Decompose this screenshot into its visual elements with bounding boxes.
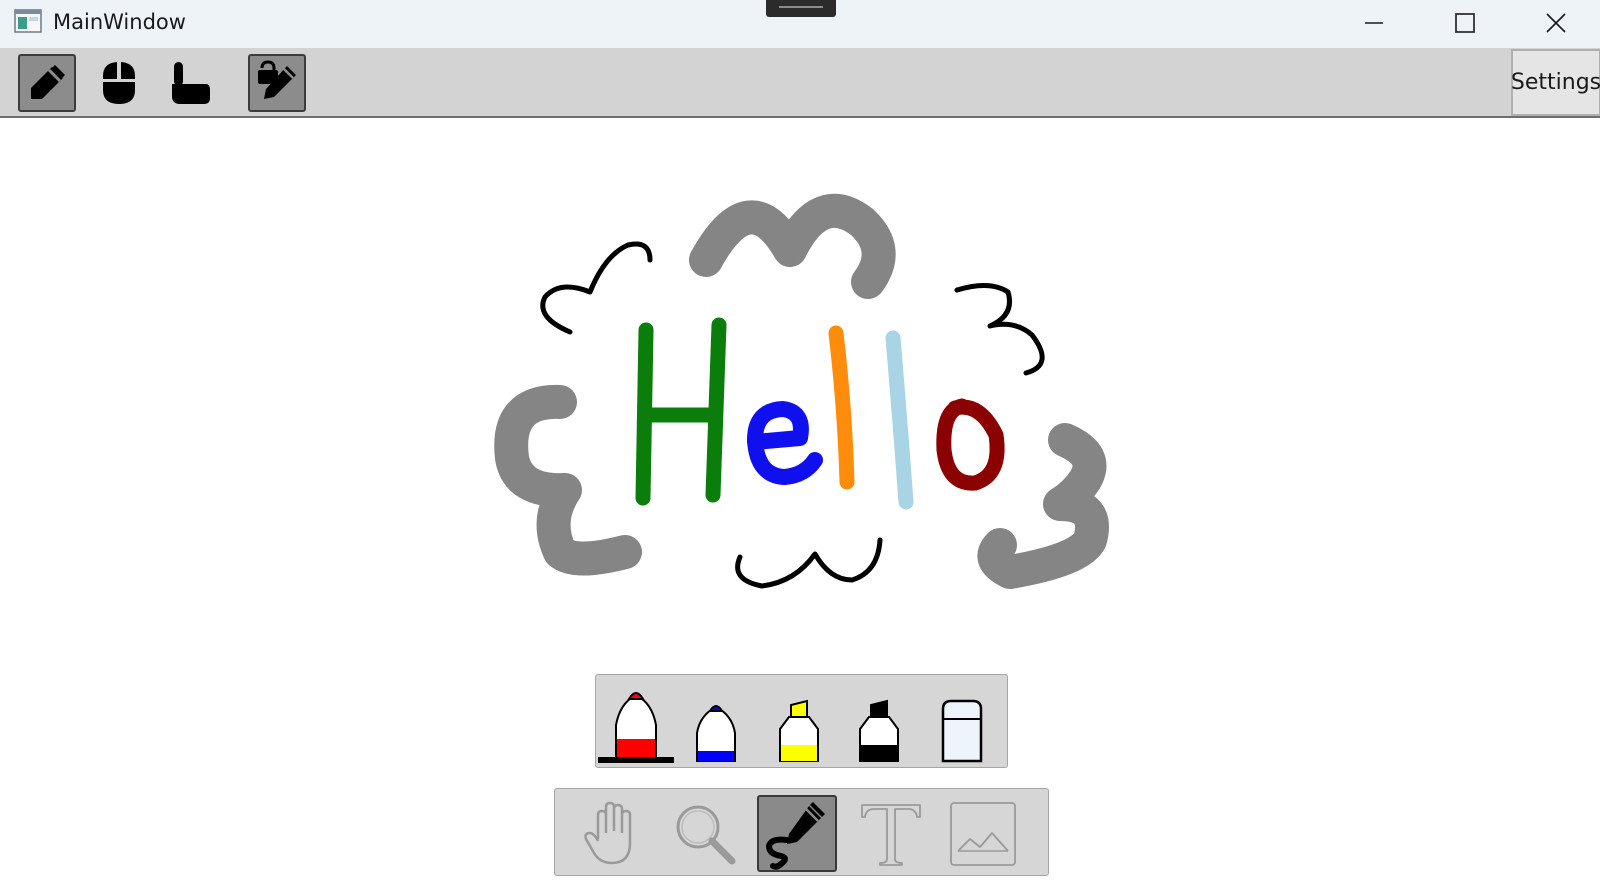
pan-mode-button[interactable]: [573, 795, 653, 872]
window-title: MainWindow: [53, 10, 186, 34]
image-mode-button[interactable]: [943, 795, 1023, 872]
ink-layer: [494, 193, 1109, 589]
pen-icon: [31, 65, 65, 99]
ink-canvas[interactable]: [0, 120, 1600, 893]
ink-mode-button[interactable]: [757, 795, 837, 872]
lock-pencil-icon: [258, 60, 296, 99]
image-icon: [950, 801, 1016, 866]
close-icon: [1546, 13, 1566, 33]
pen-input-button[interactable]: [18, 54, 76, 112]
letter-o: [936, 398, 1005, 491]
red-marker-button[interactable]: [596, 681, 676, 765]
blue-marker-icon: [696, 705, 736, 762]
maximize-button[interactable]: [1431, 0, 1499, 46]
mouse-input-button[interactable]: [90, 54, 148, 112]
letter-l-second: [885, 330, 914, 510]
pen-scribble-icon: [765, 801, 825, 870]
settings-button[interactable]: Settings: [1511, 49, 1600, 116]
red-marker-icon: [598, 692, 674, 763]
blue-marker-button[interactable]: [676, 681, 756, 765]
pen-palette: [595, 674, 1008, 768]
zoom-mode-button[interactable]: [665, 795, 745, 872]
hand-icon: [584, 801, 632, 864]
touch-input-button[interactable]: [160, 54, 218, 112]
snap-layout-handle[interactable]: [766, 0, 836, 17]
close-button[interactable]: [1522, 0, 1590, 46]
yellow-highlighter-button[interactable]: [759, 681, 839, 765]
gray-stroke-right-brace: [977, 423, 1109, 589]
black-highlighter-button[interactable]: [839, 681, 919, 765]
black-stroke-bottom: [735, 537, 883, 589]
black-stroke-top-left: [540, 241, 653, 335]
magnifier-icon: [676, 805, 736, 864]
letter-e: [747, 401, 823, 485]
app-window-icon: [14, 9, 42, 33]
maximize-icon: [1455, 13, 1475, 33]
eraser-icon: [941, 699, 983, 763]
text-icon: [861, 803, 921, 866]
pointing-hand-icon: [172, 62, 210, 104]
gray-stroke-left-brace: [494, 384, 642, 576]
gray-stroke-top: [689, 193, 896, 299]
black-stroke-right: [954, 283, 1045, 376]
black-highlighter-icon: [859, 699, 899, 762]
text-mode-button[interactable]: [851, 795, 931, 872]
minimize-button[interactable]: [1340, 0, 1408, 46]
toolbar: Settings: [0, 48, 1600, 118]
eraser-button[interactable]: [922, 681, 1002, 765]
lock-edit-button[interactable]: [248, 54, 306, 112]
title-bar: MainWindow: [0, 0, 1600, 48]
minimize-icon: [1365, 22, 1383, 24]
yellow-highlighter-icon: [779, 699, 819, 762]
mouse-icon: [103, 62, 135, 104]
mode-palette: [554, 788, 1049, 876]
letter-l-first: [828, 325, 855, 490]
